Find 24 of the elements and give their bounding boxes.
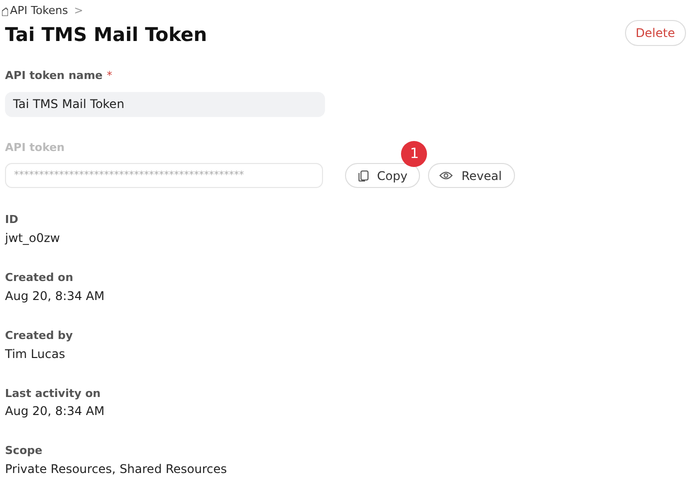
delete-button[interactable]: Delete (624, 20, 686, 46)
reveal-button[interactable]: Reveal (428, 163, 515, 188)
breadcrumb-link[interactable]: API Tokens (10, 3, 68, 20)
notification-badge: 1 (401, 141, 428, 168)
token-name-field[interactable]: Tai TMS Mail Token (5, 92, 325, 117)
field-value: Tim Lucas (5, 346, 66, 362)
copy-icon (358, 170, 369, 182)
field-value: Private Resources, Shared Resources (5, 462, 228, 478)
field-value: Aug 20, 8:34 AM (5, 288, 106, 304)
breadcrumb-separator: > (74, 3, 84, 19)
field-label: Scope (5, 444, 44, 458)
copy-button[interactable]: Copy (345, 163, 420, 188)
page-title: Tai TMS Mail Token (5, 24, 208, 46)
field-label: Last activity on (5, 386, 102, 400)
field-label: Created on (5, 271, 74, 285)
field-label: ID (5, 213, 20, 228)
field-label: Created by (5, 328, 74, 343)
required-mark: * (106, 69, 112, 82)
home-icon (2, 6, 8, 16)
field-value: jwt_o0zw (5, 231, 61, 246)
field-label: API token (5, 140, 65, 154)
field-value: Aug 20, 8:34 AM (5, 404, 106, 420)
field-label: API token name (5, 69, 103, 82)
eye-icon (439, 171, 454, 180)
